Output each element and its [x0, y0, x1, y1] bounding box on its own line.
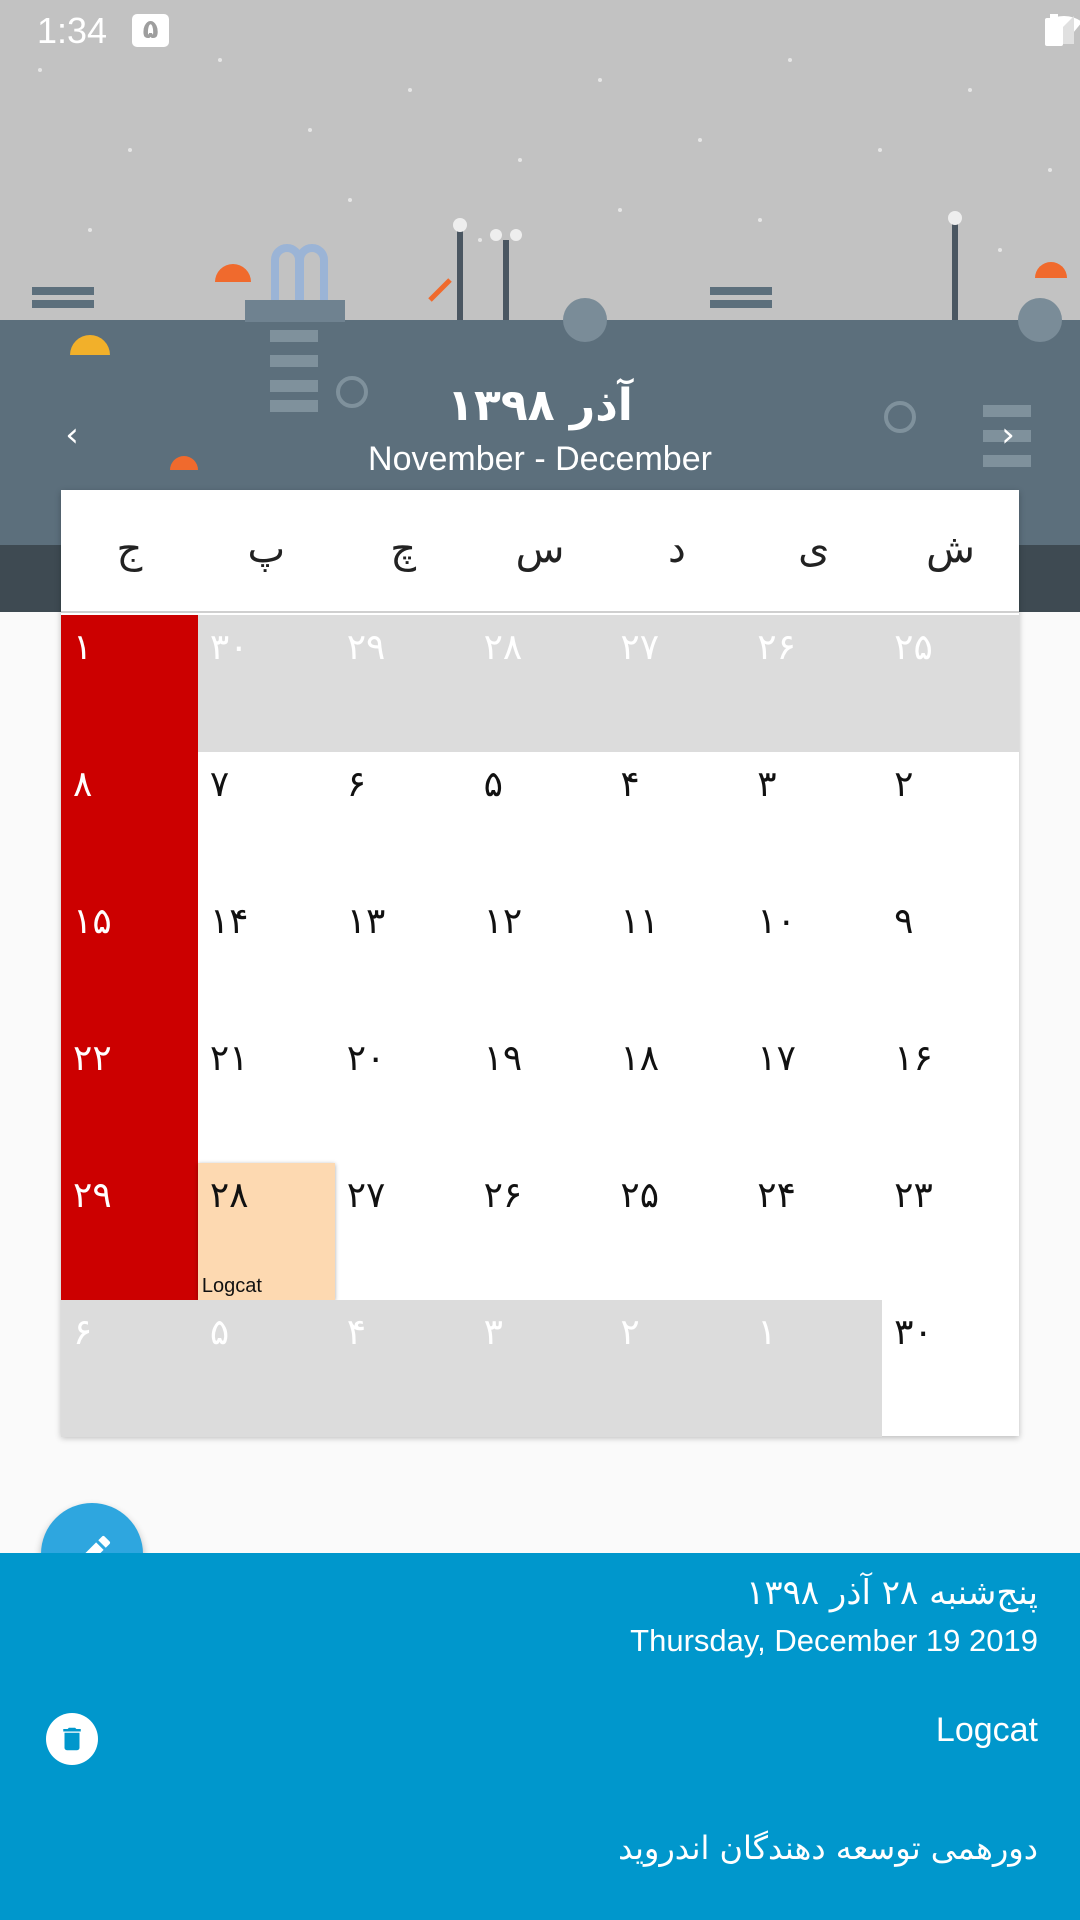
day-cell[interactable]: ۹ — [882, 889, 1019, 1026]
day-cell[interactable]: ۸ — [61, 752, 198, 889]
event-title[interactable]: Logcat — [936, 1711, 1038, 1750]
day-cell[interactable]: ۵ — [472, 752, 609, 889]
day-cell[interactable]: ۶ — [335, 752, 472, 889]
weekday-header: ج پ چ س د ی ش — [61, 490, 1019, 613]
notification-badge-icon: ۵ — [132, 14, 169, 47]
status-time: 1:34 — [37, 10, 108, 51]
gregorian-date: Thursday, December 19 2019 — [630, 1623, 1038, 1658]
day-cell[interactable]: ۲۶ — [745, 615, 883, 752]
weekday-label: ج — [116, 526, 143, 572]
day-cell[interactable]: ۲۷ — [608, 615, 746, 752]
day-cell[interactable]: ۶ — [61, 1300, 198, 1437]
delete-event-button[interactable] — [46, 1713, 98, 1765]
day-cell[interactable]: ۲۶ — [472, 1163, 609, 1300]
calendar-grid: ۱ ۳۰ ۲۹ ۲۸ ۲۷ ۲۶ ۲۵ ۸ ۷ ۶ ۵ ۴ ۳ ۲ ۱۵ ۱۴ ۱۳ ۱۲ ۱۱ ۱۰ ۹ ۲۲ ۲۱ ۲۰ ۱… — [61, 615, 1019, 1437]
day-cell[interactable]: ۱۰ — [745, 889, 882, 1026]
day-cell[interactable]: ۳۰ — [197, 615, 335, 752]
day-cell[interactable]: ۴ — [608, 752, 745, 889]
day-cell[interactable]: ۲۴ — [745, 1163, 882, 1300]
weekday-label: س — [515, 526, 565, 572]
day-cell[interactable]: ۱۵ — [61, 889, 198, 1026]
weekday-label: ی — [798, 526, 830, 572]
month-subtitle: November - December — [368, 440, 712, 478]
day-cell[interactable]: ۵ — [197, 1300, 335, 1437]
day-cell[interactable]: ۱۹ — [472, 1026, 609, 1163]
day-cell[interactable]: ۲۹ — [61, 1163, 198, 1300]
day-cell[interactable]: ۲۸ — [471, 615, 609, 752]
day-cell[interactable]: ۲۵ — [608, 1163, 745, 1300]
day-cell[interactable]: ۱۴ — [198, 889, 335, 1026]
event-label: Logcat — [201, 1275, 262, 1297]
persian-date: پنج‌شنبه ۲۸ آذر ۱۳۹۸ — [746, 1573, 1038, 1613]
calendar-card: ج پ چ س د ی ش ۱ ۳۰ ۲۹ ۲۸ ۲۷ ۲۶ ۲۵ ۸ ۷ ۶ ۵ ۴ ۳ ۲ ۱۵ ۱۴ ۱۳… — [61, 490, 1019, 1437]
day-cell[interactable]: ۲۰ — [335, 1026, 472, 1163]
day-cell[interactable]: ۲۵ — [882, 615, 1019, 752]
weekday-label: چ — [390, 526, 417, 572]
day-cell[interactable]: ۱ — [61, 615, 198, 752]
day-details-panel: پنج‌شنبه ۲۸ آذر ۱۳۹۸ Thursday, December … — [0, 1553, 1080, 1920]
day-cell[interactable]: ۲۹ — [334, 615, 472, 752]
status-bar: 1:34 ۵ — [0, 0, 1080, 63]
day-cell[interactable]: ۲۷ — [335, 1163, 472, 1300]
day-cell[interactable]: ۳ — [471, 1300, 609, 1437]
day-cell[interactable]: ۳۰ — [882, 1300, 1019, 1437]
day-cell[interactable]: ۱ — [745, 1300, 883, 1437]
day-cell[interactable]: ۲۲ — [61, 1026, 198, 1163]
weekday-label: ش — [926, 526, 975, 572]
day-cell[interactable]: ۷ — [198, 752, 335, 889]
day-cell[interactable]: ۳ — [745, 752, 882, 889]
month-title: آذر ۱۳۹۸ — [447, 380, 633, 431]
day-cell[interactable]: ۱۷ — [745, 1026, 882, 1163]
trash-icon — [63, 1727, 81, 1751]
weekday-label: پ — [247, 526, 286, 572]
day-cell[interactable]: ۱۱ — [608, 889, 745, 1026]
day-cell[interactable]: ۲ — [882, 752, 1019, 889]
day-cell[interactable]: ۲۱ — [198, 1026, 335, 1163]
day-cell-today[interactable]: ۲۸ Logcat — [197, 1163, 335, 1300]
day-cell[interactable]: ۱۶ — [882, 1026, 1019, 1163]
day-cell[interactable]: ۲ — [608, 1300, 746, 1437]
day-cell[interactable]: ۱۲ — [472, 889, 609, 1026]
day-cell[interactable]: ۴ — [334, 1300, 472, 1437]
day-cell[interactable]: ۱۳ — [335, 889, 472, 1026]
weekday-label: د — [667, 526, 686, 572]
event-description: دورهمی توسعه دهندگان اندروید — [618, 1829, 1038, 1867]
day-cell[interactable]: ۱۸ — [608, 1026, 745, 1163]
battery-icon — [1045, 14, 1063, 46]
day-cell[interactable]: ۲۳ — [882, 1163, 1019, 1300]
